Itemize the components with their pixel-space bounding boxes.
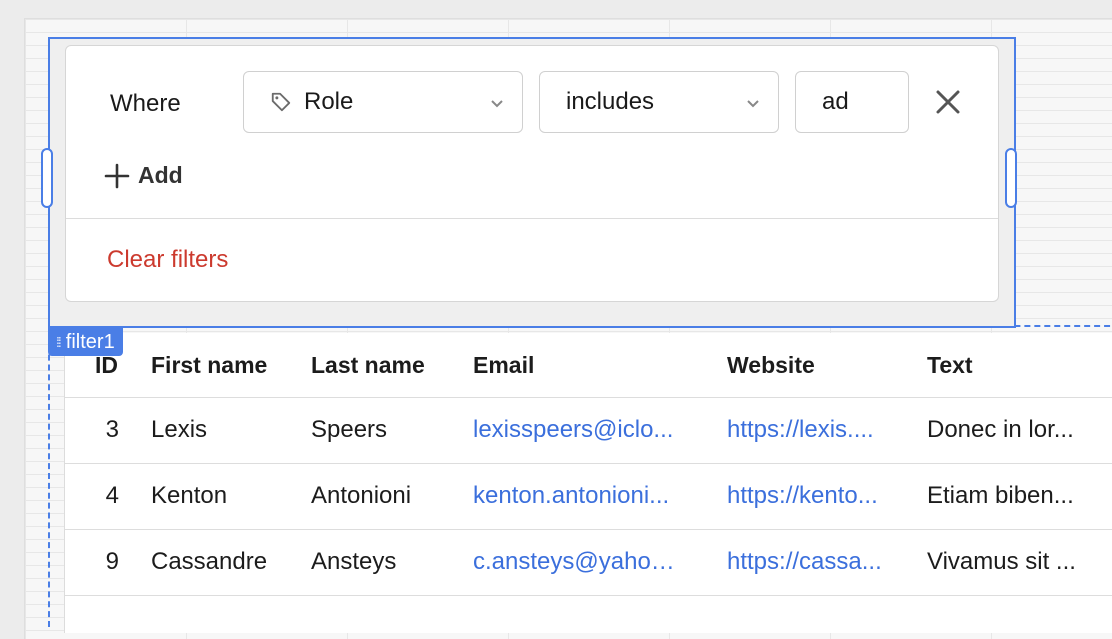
filter-panel: Where Role includes Add Clear filters <box>65 45 999 302</box>
cell-last-name: Antonioni <box>311 482 412 509</box>
cell-id: 9 <box>105 548 119 575</box>
cell-website-link[interactable]: https://lexis.... <box>727 397 895 463</box>
cell-email-link[interactable]: c.ansteys@yahoo... <box>473 529 683 595</box>
resize-handle-left[interactable] <box>41 148 53 208</box>
filter-value-input[interactable] <box>795 71 909 133</box>
operator-select[interactable]: includes <box>539 71 779 133</box>
cell-first-name: Cassandre <box>151 548 268 575</box>
cell-last-name: Speers <box>311 416 388 443</box>
cell-website-link[interactable]: https://kento... <box>727 463 895 529</box>
add-filter-label: Add <box>138 162 183 188</box>
resize-handle-right[interactable] <box>1005 148 1017 208</box>
component-name-label: filter1 <box>65 330 115 353</box>
plus-icon <box>104 163 130 188</box>
table-row[interactable]: 3 Lexis Speers lexisspeers@iclo... https… <box>65 397 1112 464</box>
column-header-first-name[interactable]: First name <box>151 333 301 397</box>
drag-grip-icon[interactable]: ⁞⁞ <box>56 334 62 350</box>
add-filter-button[interactable]: Add <box>104 162 183 189</box>
cell-text: Donec in lor... <box>927 416 1074 443</box>
where-label: Where <box>110 90 181 117</box>
cell-email-link[interactable]: lexisspeers@iclo... <box>473 397 683 463</box>
cell-first-name: Kenton <box>151 482 228 509</box>
field-select[interactable]: Role <box>243 71 523 133</box>
clear-filters-button[interactable]: Clear filters <box>107 246 228 274</box>
table-header-row: ID First name Last name Email Website Te… <box>65 333 1112 398</box>
cell-id: 3 <box>105 416 119 443</box>
tag-icon <box>271 92 291 112</box>
table-row[interactable]: 9 Cassandre Ansteys c.ansteys@yahoo... h… <box>65 529 1112 596</box>
column-header-website[interactable]: Website <box>727 333 895 397</box>
cell-email-link[interactable]: kenton.antonioni... <box>473 463 683 529</box>
component-name-tag[interactable]: ⁞⁞ filter1 <box>48 328 123 356</box>
column-header-email[interactable]: Email <box>473 333 683 397</box>
close-icon[interactable] <box>934 88 962 116</box>
column-header-text[interactable]: Text <box>927 333 1083 397</box>
chevron-down-icon <box>491 100 503 108</box>
cell-text: Etiam biben... <box>927 482 1074 509</box>
field-select-value: Role <box>304 88 354 115</box>
chevron-down-icon <box>747 100 759 108</box>
cell-website-link[interactable]: https://cassa... <box>727 529 895 595</box>
cell-id: 4 <box>105 482 119 509</box>
cell-text: Vivamus sit ... <box>927 548 1076 575</box>
column-header-last-name[interactable]: Last name <box>311 333 461 397</box>
table-row[interactable]: 4 Kenton Antonioni kenton.antonioni... h… <box>65 463 1112 530</box>
data-table: ID First name Last name Email Website Te… <box>64 333 1112 633</box>
divider <box>66 218 998 219</box>
cell-first-name: Lexis <box>151 416 208 443</box>
operator-select-value: includes <box>566 88 655 115</box>
cell-last-name: Ansteys <box>311 548 397 575</box>
